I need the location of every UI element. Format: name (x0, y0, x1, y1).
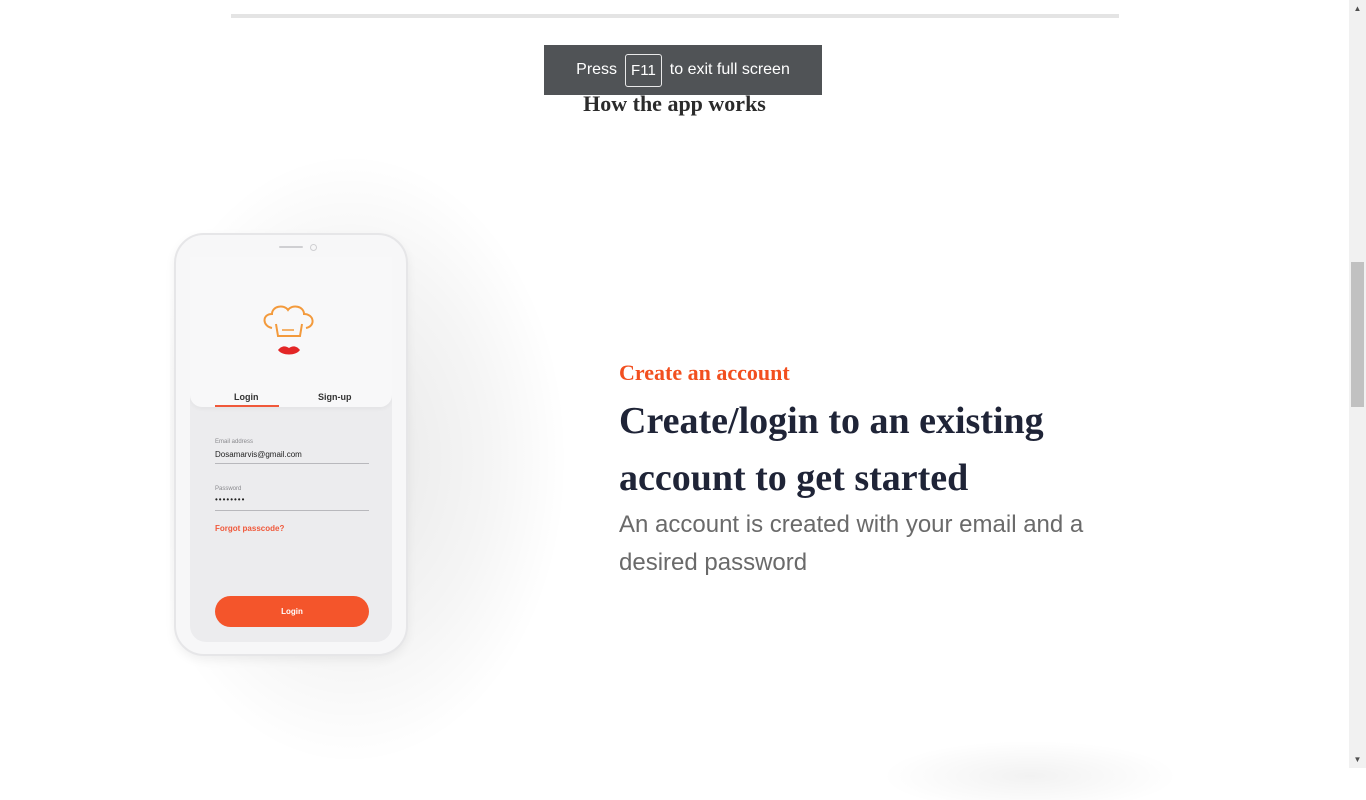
feature-eyebrow: Create an account (619, 360, 790, 385)
toast-suffix: to exit full screen (669, 61, 790, 78)
fullscreen-toast: Press F11 to exit full screen (544, 45, 822, 95)
phone-camera (310, 244, 317, 251)
password-field[interactable]: •••••••• (215, 495, 245, 504)
password-underline (215, 510, 369, 511)
top-divider (231, 14, 1119, 18)
scrollbar-thumb[interactable] (1351, 262, 1364, 407)
scroll-up-arrow-icon[interactable]: ▲ (1349, 0, 1366, 17)
phone-mockup: Login Sign-up Email address Dosamarvis@g… (174, 233, 408, 656)
scroll-down-arrow-icon[interactable]: ▼ (1349, 751, 1366, 768)
phone-screen: Login Sign-up Email address Dosamarvis@g… (190, 257, 392, 642)
forgot-passcode-link[interactable]: Forgot passcode? (215, 524, 284, 533)
feature-headline: Create/login to an existing account to g… (619, 400, 1044, 499)
screen-header: Login Sign-up (190, 257, 392, 407)
login-button[interactable]: Login (215, 596, 369, 627)
email-underline (215, 463, 369, 464)
tab-signup[interactable]: Sign-up (318, 392, 352, 402)
tab-login[interactable]: Login (234, 392, 259, 402)
email-label: Email address (215, 439, 254, 445)
email-field[interactable]: Dosamarvis@gmail.com (215, 450, 302, 459)
toast-key: F11 (625, 53, 662, 87)
active-tab-indicator (215, 405, 279, 407)
feature-description: An account is created with your email an… (619, 511, 1084, 576)
phone-speaker (279, 246, 303, 248)
password-label: Password (215, 486, 242, 492)
chef-hat-logo-icon (263, 305, 314, 355)
next-section-shadow (880, 740, 1180, 800)
vertical-scrollbar[interactable]: ▲ ▼ (1349, 0, 1366, 768)
toast-prefix: Press (576, 61, 618, 78)
